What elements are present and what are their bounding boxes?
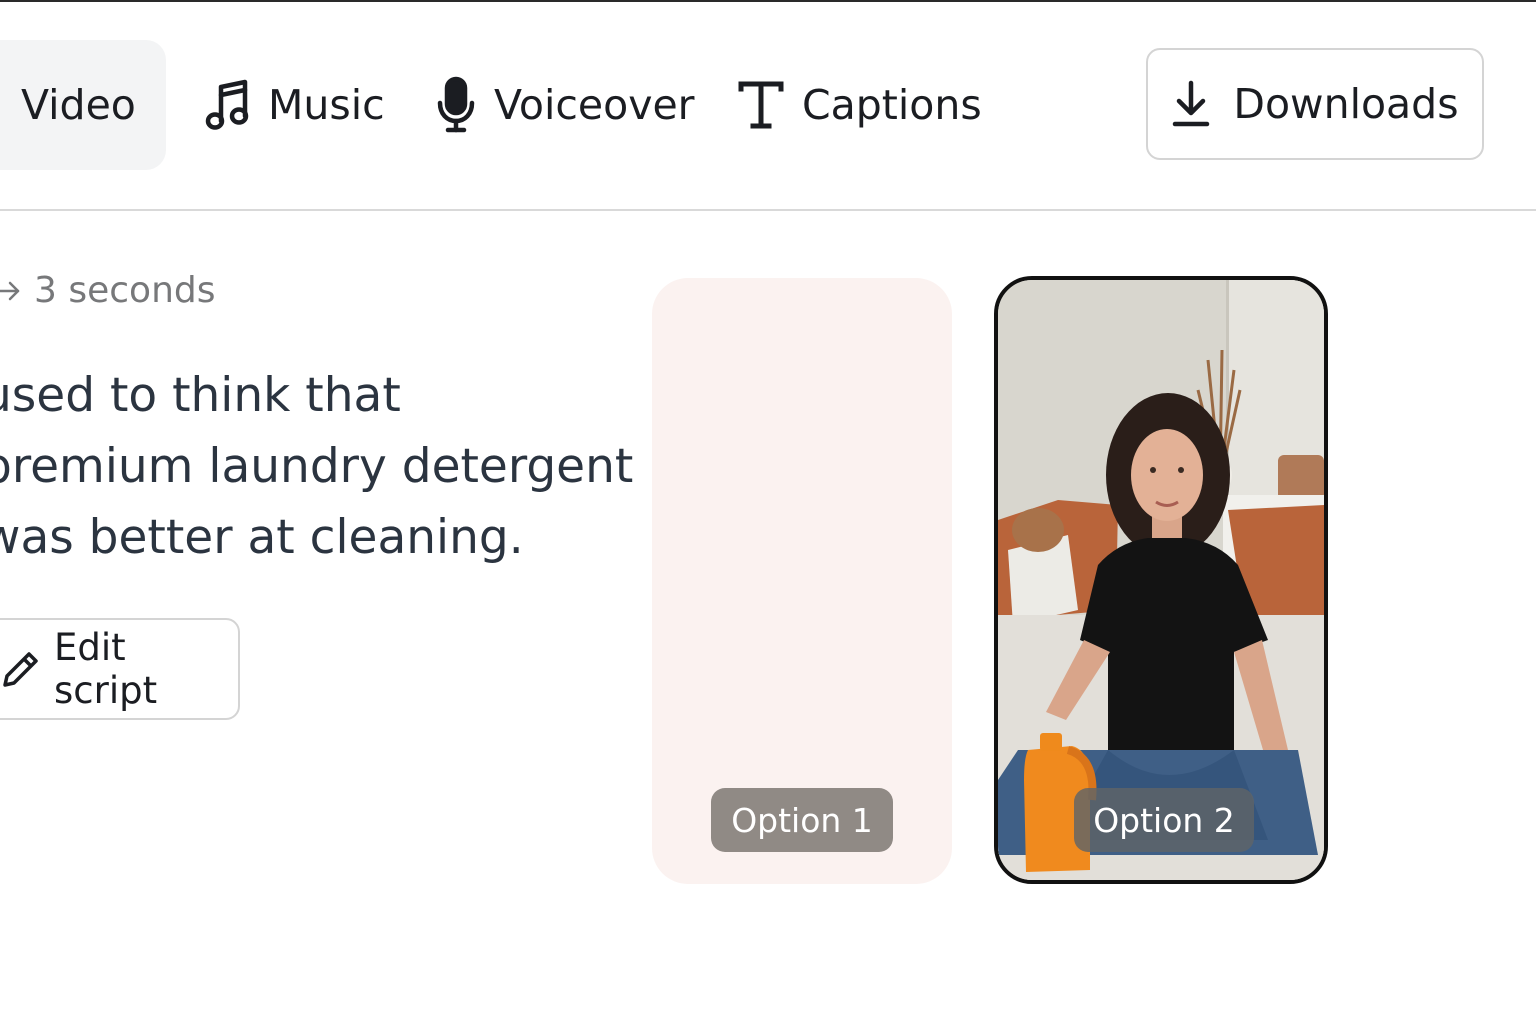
option-1-label: Option 1 bbox=[711, 788, 893, 852]
scene-script: used to think that premium laundry deter… bbox=[0, 360, 634, 573]
text-t-icon bbox=[736, 79, 786, 131]
option-card-2[interactable]: Option 2 bbox=[994, 276, 1328, 884]
tab-captions[interactable]: Captions bbox=[736, 40, 982, 170]
download-icon bbox=[1171, 79, 1211, 129]
music-note-icon bbox=[204, 77, 252, 133]
editor-toolbar: Video Music Voiceover Captions Downloads bbox=[0, 2, 1536, 211]
tab-music-label: Music bbox=[268, 81, 385, 129]
pencil-icon bbox=[2, 650, 40, 688]
duration-text: 3 seconds bbox=[34, 270, 216, 311]
downloads-button[interactable]: Downloads bbox=[1146, 48, 1484, 160]
downloads-label: Downloads bbox=[1233, 80, 1459, 128]
option-card-1[interactable]: Option 1 bbox=[652, 278, 952, 884]
tab-captions-label: Captions bbox=[802, 81, 982, 129]
tab-video[interactable]: Video bbox=[0, 40, 166, 170]
tab-video-label: Video bbox=[21, 81, 136, 129]
script-line: premium laundry detergent bbox=[0, 439, 634, 494]
arrow-right-icon bbox=[0, 278, 22, 304]
edit-script-button[interactable]: Edit script bbox=[0, 618, 240, 720]
edit-script-label: Edit script bbox=[54, 626, 158, 712]
scene-duration: 3 seconds bbox=[0, 270, 216, 311]
script-line: used to think that bbox=[0, 368, 401, 423]
tab-music[interactable]: Music bbox=[204, 40, 385, 170]
tab-voiceover[interactable]: Voiceover bbox=[434, 40, 695, 170]
microphone-icon bbox=[434, 76, 478, 134]
tab-voiceover-label: Voiceover bbox=[494, 81, 695, 129]
script-line: was better at cleaning. bbox=[0, 510, 524, 565]
option-2-label: Option 2 bbox=[1074, 788, 1254, 852]
